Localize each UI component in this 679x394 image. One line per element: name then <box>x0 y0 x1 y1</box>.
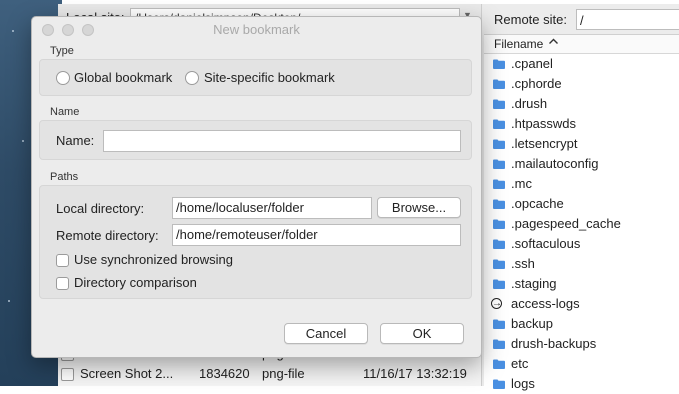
file-type: png-file <box>262 366 305 381</box>
file-name: .pagespeed_cache <box>511 216 621 231</box>
folder-icon <box>493 379 505 389</box>
name-group: Name: <box>39 120 472 160</box>
file-name: backup <box>511 316 553 331</box>
file-name: etc <box>511 356 529 371</box>
local-directory-label: Local directory: <box>56 201 145 216</box>
list-item[interactable]: logs <box>484 374 679 394</box>
name-section-label: Name <box>50 106 80 118</box>
list-item[interactable]: backup <box>484 314 679 334</box>
folder-icon <box>493 199 505 209</box>
type-section-label: Type <box>50 45 74 57</box>
folder-icon <box>493 319 505 329</box>
file-name: Screen Shot 2... <box>80 366 174 381</box>
synchronized-browsing-checkbox[interactable] <box>56 254 69 267</box>
folder-icon <box>493 279 505 289</box>
file-name: access-logs <box>511 296 580 311</box>
file-size: 1834620 <box>199 366 250 381</box>
file-name: .htpasswds <box>511 116 577 131</box>
chevron-up-icon <box>548 35 559 53</box>
directory-comparison-checkbox[interactable] <box>56 277 69 290</box>
filename-column-header[interactable]: Filename <box>484 35 679 54</box>
file-name: .cphorde <box>511 76 562 91</box>
folder-icon <box>493 59 505 69</box>
file-name: .mc <box>511 176 532 191</box>
global-bookmark-radio[interactable] <box>56 71 70 85</box>
symlink-icon: → <box>491 298 502 309</box>
file-name: .mailautoconfig <box>511 156 599 171</box>
file-name: .staging <box>511 276 557 291</box>
folder-icon <box>493 179 505 189</box>
file-name: .drush <box>511 96 548 111</box>
table-row[interactable]: Screen Shot 2... 1834620 png-file 11/16/… <box>58 364 481 384</box>
list-item[interactable]: .cpanel <box>484 54 679 74</box>
dialog-title: New bookmark <box>213 22 300 37</box>
type-group: Global bookmark Site-specific bookmark <box>39 59 472 96</box>
desktop-star <box>12 30 14 32</box>
file-name: .opcache <box>511 196 564 211</box>
list-item[interactable]: .ssh <box>484 254 679 274</box>
name-label: Name: <box>56 133 95 148</box>
list-item[interactable]: .letsencrypt <box>484 134 679 154</box>
list-item[interactable]: drush-backups <box>484 334 679 354</box>
list-item[interactable]: .htpasswds <box>484 114 679 134</box>
list-item[interactable]: .staging <box>484 274 679 294</box>
filename-header-label: Filename <box>494 37 544 51</box>
folder-icon <box>493 159 505 169</box>
file-name: .cpanel <box>511 56 553 71</box>
remote-file-list: .cpanel .cphorde .drush .htpasswds .letsencr… <box>484 54 679 394</box>
remote-pane: Remote site: / Filename .cpanel .cphorde.… <box>484 4 679 391</box>
list-item[interactable]: .pagespeed_cache <box>484 214 679 234</box>
list-item[interactable]: → access-logs <box>484 294 679 314</box>
list-item[interactable]: .opcache <box>484 194 679 214</box>
remote-directory-input[interactable]: /home/remoteuser/folder <box>172 224 461 246</box>
list-item[interactable]: .cphorde <box>484 74 679 94</box>
file-name: .ssh <box>511 256 535 271</box>
new-bookmark-dialog: New bookmark Type Global bookmark Site-s… <box>31 16 482 358</box>
file-name: drush-backups <box>511 336 597 351</box>
file-modified: 11/16/17 13:32:19 <box>363 366 467 381</box>
file-name: .softaculous <box>511 236 581 251</box>
directory-comparison-label[interactable]: Directory comparison <box>74 275 197 290</box>
folder-icon <box>493 219 505 229</box>
folder-icon <box>493 259 505 269</box>
remote-site-path[interactable]: / <box>576 9 679 30</box>
name-input[interactable] <box>103 130 461 152</box>
file-checkbox[interactable] <box>61 368 74 381</box>
local-directory-input[interactable]: /home/localuser/folder <box>172 197 372 219</box>
remote-site-label: Remote site: <box>494 12 567 27</box>
folder-icon <box>493 339 505 349</box>
browse-button[interactable]: Browse... <box>377 197 461 218</box>
list-item[interactable]: .mailautoconfig <box>484 154 679 174</box>
folder-icon <box>493 99 505 109</box>
folder-icon <box>493 359 505 369</box>
list-item[interactable]: etc <box>484 354 679 374</box>
synchronized-browsing-label[interactable]: Use synchronized browsing <box>74 252 233 267</box>
list-item[interactable]: .softaculous <box>484 234 679 254</box>
site-specific-bookmark-radio[interactable] <box>185 71 199 85</box>
dialog-titlebar: New bookmark <box>32 17 481 41</box>
paths-section-label: Paths <box>50 171 79 183</box>
file-name: .letsencrypt <box>511 136 578 151</box>
list-item[interactable]: .mc <box>484 174 679 194</box>
desktop-star <box>22 140 24 142</box>
folder-icon <box>493 139 505 149</box>
file-name: logs <box>511 376 535 391</box>
remote-directory-label: Remote directory: <box>56 228 159 243</box>
desktop-star <box>8 300 10 302</box>
paths-group: Local directory: /home/localuser/folder … <box>39 185 472 299</box>
folder-icon <box>493 79 505 89</box>
ok-button[interactable]: OK <box>380 323 464 344</box>
folder-icon <box>493 119 505 129</box>
cancel-button[interactable]: Cancel <box>284 323 368 344</box>
remote-site-bar: Remote site: / <box>484 4 679 35</box>
global-bookmark-label[interactable]: Global bookmark <box>74 70 172 85</box>
site-specific-bookmark-label[interactable]: Site-specific bookmark <box>204 70 335 85</box>
folder-icon <box>493 239 505 249</box>
list-item[interactable]: .drush <box>484 94 679 114</box>
